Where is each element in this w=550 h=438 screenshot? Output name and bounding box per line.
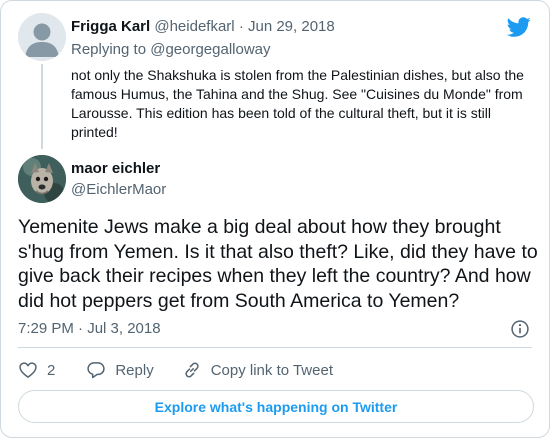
reply-button[interactable]: Reply <box>86 360 154 380</box>
main-author-name[interactable]: maor eichler <box>71 160 160 177</box>
main-author-handle[interactable]: @EichlerMaor <box>71 181 166 198</box>
main-tweet-text: Yemenite Jews make a big deal about how … <box>18 216 538 312</box>
parent-tweet-text: not only the Shakshuka is stolen from th… <box>71 67 524 140</box>
parent-author-handle[interactable]: @heidefkarl <box>154 18 234 35</box>
thread-line <box>41 64 43 149</box>
parent-header: Frigga Karl @heidefkarl · Jun 29, 2018 <box>71 18 335 35</box>
tweet-actions: 2 Reply Copy link to Tweet <box>18 360 361 380</box>
parent-separator: · <box>238 18 244 35</box>
explore-twitter-button[interactable]: Explore what's happening on Twitter <box>18 390 534 423</box>
parent-author-name[interactable]: Frigga Karl <box>71 18 150 35</box>
like-button[interactable]: 2 <box>18 360 55 380</box>
parent-date[interactable]: Jun 29, 2018 <box>248 18 335 35</box>
default-profile-icon <box>18 13 66 61</box>
twitter-bird-icon[interactable] <box>507 15 531 39</box>
profile-photo-icon <box>18 155 66 203</box>
replying-to: Replying to @georgegalloway <box>71 41 271 58</box>
main-avatar[interactable] <box>18 155 66 203</box>
parent-avatar[interactable] <box>18 13 66 61</box>
info-icon[interactable] <box>510 319 530 339</box>
link-icon <box>185 362 199 378</box>
divider <box>18 347 532 348</box>
heart-icon <box>19 362 37 378</box>
replying-to-handle[interactable]: @georgegalloway <box>150 41 270 58</box>
embedded-tweet-card: Frigga Karl @heidefkarl · Jun 29, 2018 R… <box>0 0 550 438</box>
replying-to-label: Replying to <box>71 41 147 58</box>
tweet-timestamp[interactable]: 7:29 PM · Jul 3, 2018 <box>18 320 161 337</box>
like-count: 2 <box>47 361 56 379</box>
copy-link-label: Copy link to Tweet <box>210 361 333 379</box>
copy-link-button[interactable]: Copy link to Tweet <box>182 360 333 380</box>
reply-label: Reply <box>115 361 154 379</box>
reply-bubble-icon <box>87 362 106 379</box>
